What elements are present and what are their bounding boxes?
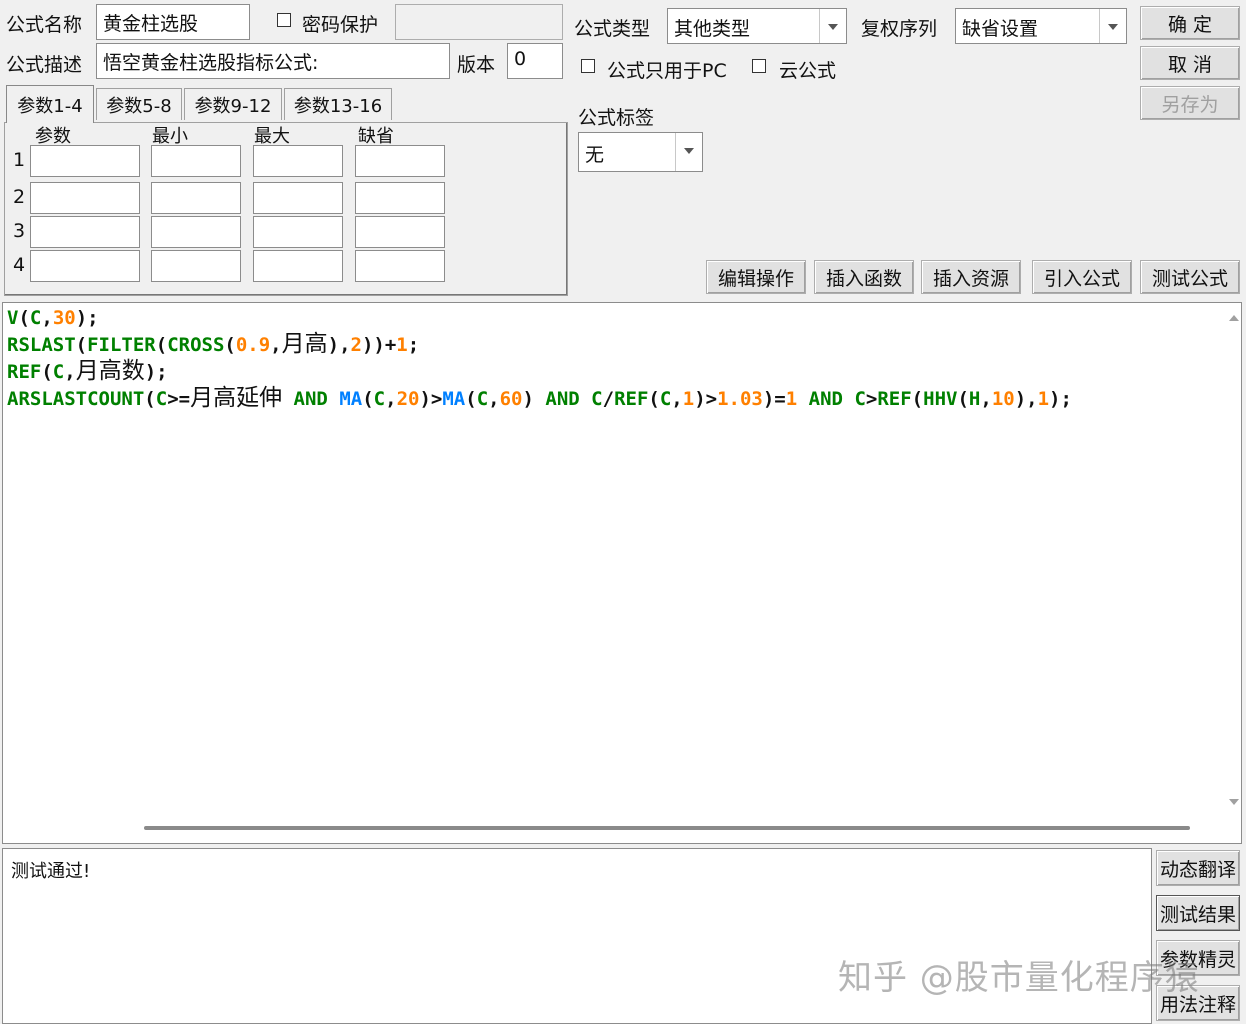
insert-function-button[interactable]: 插入函数: [814, 260, 914, 294]
row-number: 1: [13, 149, 26, 171]
chevron-down-icon[interactable]: [819, 9, 846, 43]
dynamic-translate-button[interactable]: 动态翻译: [1156, 850, 1240, 886]
formula-type-select[interactable]: 其他类型: [667, 8, 847, 44]
save-as-button[interactable]: 另存为: [1140, 86, 1240, 120]
test-formula-button[interactable]: 测试公式: [1140, 260, 1240, 294]
row-number: 3: [13, 220, 26, 242]
tag-label: 公式标签: [578, 107, 655, 129]
param-name-cell[interactable]: [30, 250, 140, 282]
formula-desc-input[interactable]: 悟空黄金柱选股指标公式:: [96, 43, 450, 79]
pc-only-checkbox[interactable]: [581, 59, 595, 73]
params-panel: 参数 最小 最大 缺省 1 2 3 4: [4, 122, 568, 296]
param-name-cell[interactable]: [30, 182, 140, 214]
tab-params-9-12[interactable]: 参数9-12: [184, 88, 282, 120]
param-max-cell[interactable]: [253, 250, 343, 282]
formula-desc-label: 公式描述: [6, 54, 83, 76]
tag-select[interactable]: 无: [578, 132, 703, 172]
tab-params-1-4[interactable]: 参数1-4: [6, 85, 94, 123]
version-input[interactable]: 0: [507, 43, 563, 79]
param-min-cell[interactable]: [151, 250, 241, 282]
password-label: 密码保护: [302, 14, 379, 36]
tab-params-5-8[interactable]: 参数5-8: [96, 88, 182, 120]
param-default-cell[interactable]: [355, 182, 445, 214]
chevron-down-icon[interactable]: [675, 133, 702, 171]
password-input[interactable]: [395, 4, 563, 40]
param-min-cell[interactable]: [151, 216, 241, 248]
row-number: 2: [13, 186, 26, 208]
param-max-cell[interactable]: [253, 145, 343, 177]
tab-params-13-16[interactable]: 参数13-16: [284, 88, 392, 120]
watermark: 知乎 @股市量化程序猿: [838, 958, 1200, 998]
param-name-cell[interactable]: [30, 216, 140, 248]
cancel-button[interactable]: 取 消: [1140, 46, 1240, 80]
formula-editor[interactable]: V(C,30); RSLAST(FILTER(CROSS(0.9,月高),2))…: [2, 302, 1242, 844]
chevron-down-icon[interactable]: [1099, 9, 1126, 43]
param-name-cell[interactable]: [30, 145, 140, 177]
formula-type-label: 公式类型: [574, 18, 651, 40]
pc-only-label: 公式只用于PC: [607, 60, 727, 82]
version-label: 版本: [457, 54, 496, 76]
password-checkbox[interactable]: [277, 13, 291, 27]
output-text: 测试通过!: [11, 861, 91, 882]
ok-button[interactable]: 确 定: [1140, 6, 1240, 40]
formula-name-label: 公式名称: [6, 14, 83, 36]
cloud-checkbox[interactable]: [752, 59, 766, 73]
param-max-cell[interactable]: [253, 182, 343, 214]
param-min-cell[interactable]: [151, 182, 241, 214]
param-default-cell[interactable]: [355, 145, 445, 177]
rights-label: 复权序列: [861, 18, 938, 40]
param-default-cell[interactable]: [355, 216, 445, 248]
scroll-down-icon[interactable]: [1225, 793, 1243, 811]
horizontal-scrollbar[interactable]: [144, 826, 1190, 830]
formula-type-value: 其他类型: [674, 18, 751, 40]
insert-resource-button[interactable]: 插入资源: [921, 260, 1021, 294]
formula-code: V(C,30); RSLAST(FILTER(CROSS(0.9,月高),2))…: [7, 307, 1072, 411]
rights-select[interactable]: 缺省设置: [955, 8, 1127, 44]
tag-value: 无: [585, 144, 605, 166]
param-min-cell[interactable]: [151, 145, 241, 177]
formula-name-input[interactable]: 黄金柱选股: [96, 4, 250, 40]
scroll-up-icon[interactable]: [1225, 309, 1243, 327]
param-max-cell[interactable]: [253, 216, 343, 248]
param-default-cell[interactable]: [355, 250, 445, 282]
test-result-button[interactable]: 测试结果: [1156, 895, 1240, 931]
rights-value: 缺省设置: [962, 18, 1039, 40]
cloud-label: 云公式: [779, 60, 837, 82]
edit-ops-button[interactable]: 编辑操作: [706, 260, 806, 294]
row-number: 4: [13, 254, 26, 276]
import-formula-button[interactable]: 引入公式: [1032, 260, 1132, 294]
